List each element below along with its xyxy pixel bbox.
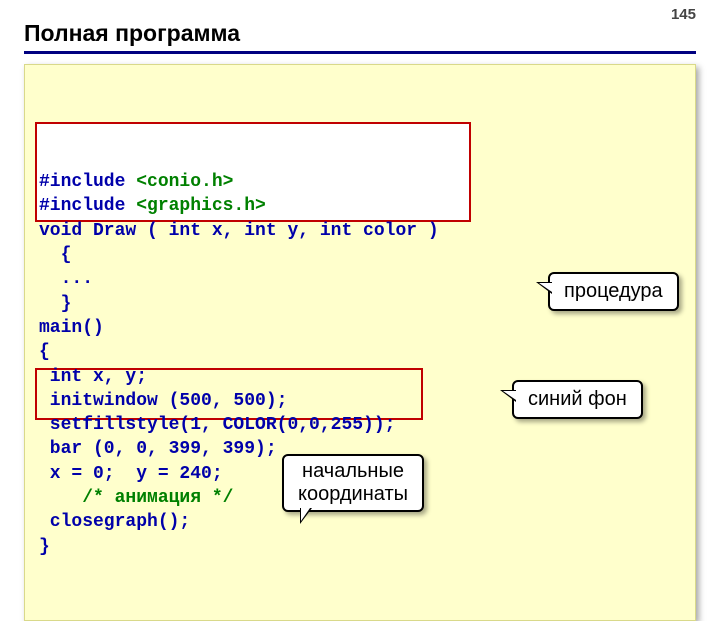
code-line-13: x = 0; y = 240; xyxy=(39,464,223,484)
code-line-10: initwindow (500, 500); xyxy=(39,391,287,411)
code-line-14: /* анимация */ xyxy=(39,488,233,508)
code-line-6: } xyxy=(39,294,71,314)
page-title: Полная программа xyxy=(24,20,696,47)
code-area: #include <conio.h> #include <graphics.h>… xyxy=(24,64,696,621)
code-line-11: setfillstyle(1, COLOR(0,0,255)); xyxy=(39,415,395,435)
callout-tail-icon xyxy=(300,508,312,524)
code-line-4: { xyxy=(39,245,71,265)
code-line-12: bar (0, 0, 399, 399); xyxy=(39,439,277,459)
callout-initcoords: начальныекоординаты xyxy=(282,454,424,512)
callout-bluebg: синий фон xyxy=(512,380,643,419)
code-line-2b: <graphics.h> xyxy=(136,196,266,216)
callout-initcoords-label: начальныекоординаты xyxy=(298,460,408,505)
title-rule xyxy=(24,51,696,54)
code-line-9: int x, y; xyxy=(39,367,147,387)
callout-procedure: процедура xyxy=(548,272,679,311)
code-line-5: ... xyxy=(39,269,93,289)
code-line-1a: #include xyxy=(39,172,136,192)
code-line-8: { xyxy=(39,342,50,362)
callout-tail-icon xyxy=(536,282,552,294)
callout-bluebg-label: синий фон xyxy=(528,388,627,410)
slide-page: 145 Полная программа #include <conio.h> … xyxy=(0,0,720,540)
code-line-1b: <conio.h> xyxy=(136,172,233,192)
callout-procedure-label: процедура xyxy=(564,280,663,302)
code-line-2a: #include xyxy=(39,196,136,216)
code-line-7: main() xyxy=(39,318,104,338)
page-number: 145 xyxy=(671,6,696,23)
code-line-15: closegraph(); xyxy=(39,512,190,532)
code-line-3: void Draw ( int x, int y, int color ) xyxy=(39,221,439,241)
callout-tail-icon xyxy=(500,390,516,402)
code-block: #include <conio.h> #include <graphics.h>… xyxy=(24,64,696,621)
